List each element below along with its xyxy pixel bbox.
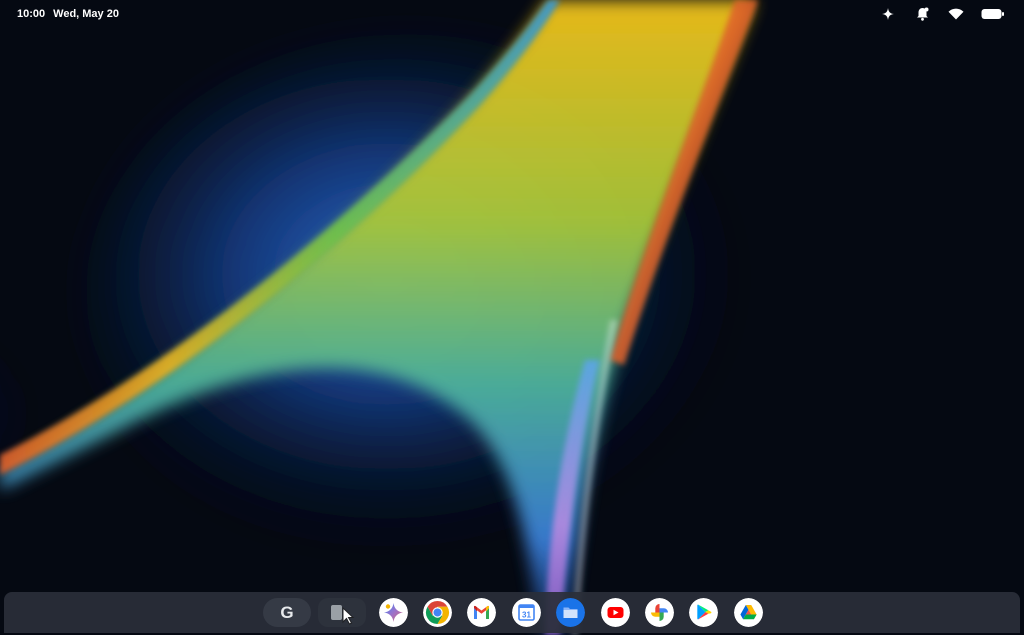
sparkle-icon[interactable] xyxy=(878,5,898,23)
date[interactable]: Wed, May 20 xyxy=(53,8,119,20)
clock[interactable]: 10:00 xyxy=(17,8,45,20)
calendar-icon[interactable]: 31 xyxy=(512,598,541,627)
drive-icon[interactable] xyxy=(734,598,763,627)
wifi-icon[interactable] xyxy=(946,5,966,23)
launcher-button[interactable]: G xyxy=(263,598,311,627)
chrome-icon[interactable] xyxy=(423,598,452,627)
play-store-icon[interactable] xyxy=(689,598,718,627)
desktop: 10:00 Wed, May 20 G 31 xyxy=(0,0,1024,635)
calendar-date-label: 31 xyxy=(522,611,531,620)
youtube-icon[interactable] xyxy=(601,598,630,627)
overview-icon xyxy=(331,605,355,625)
notification-bell-icon[interactable] xyxy=(912,5,932,23)
overview-button[interactable] xyxy=(318,598,366,627)
launcher-label: G xyxy=(280,602,294,622)
files-icon[interactable] xyxy=(556,598,585,627)
gemini-app-icon[interactable] xyxy=(379,598,408,627)
wallpaper xyxy=(0,0,1024,635)
status-tray[interactable] xyxy=(878,5,1006,23)
photos-icon[interactable] xyxy=(645,598,674,627)
status-bar: 10:00 Wed, May 20 xyxy=(0,0,1024,28)
battery-icon[interactable] xyxy=(980,5,1006,23)
status-left[interactable]: 10:00 Wed, May 20 xyxy=(17,8,119,20)
gmail-icon[interactable] xyxy=(467,598,496,627)
